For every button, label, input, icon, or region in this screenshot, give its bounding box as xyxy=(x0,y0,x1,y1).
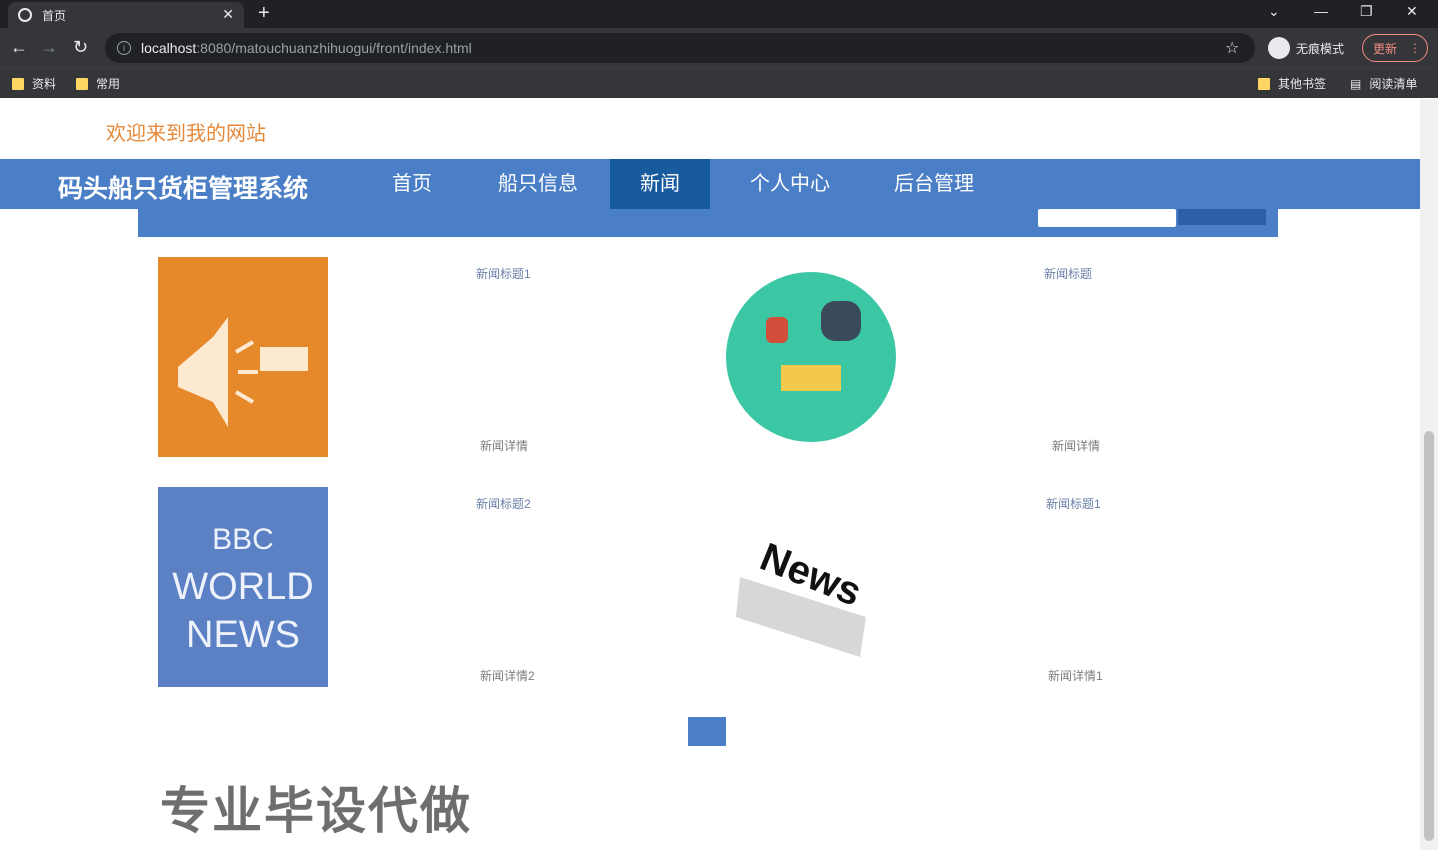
reading-list[interactable]: ▤ 阅读清单 xyxy=(1350,75,1417,92)
address-bar[interactable]: i localhost :8080/matouchuanzhihuogui/fr… xyxy=(105,33,1255,63)
new-tab-icon[interactable]: + xyxy=(258,2,270,25)
scrollbar-thumb[interactable] xyxy=(1424,431,1434,841)
back-icon[interactable]: ← xyxy=(10,37,28,58)
megaphone-image xyxy=(158,257,328,457)
incognito-indicator[interactable]: 无痕模式 xyxy=(1268,37,1344,59)
news-item[interactable]: BBC WORLD NEWS 新闻标题2 新闻详情2 xyxy=(158,487,728,697)
welcome-text: 欢迎来到我的网站 xyxy=(106,123,266,145)
web-page: 欢迎来到我的网站 码头船只货柜管理系统 首页 船只信息 新闻 个人中心 后台管理… xyxy=(0,99,1438,850)
world-news-image: BBC WORLD NEWS xyxy=(158,487,328,687)
search-bar xyxy=(138,209,1278,237)
other-bookmarks[interactable]: 其他书签 xyxy=(1258,75,1326,92)
news-title[interactable]: 新闻标题1 xyxy=(1046,495,1101,512)
news-title[interactable]: 新闻标题2 xyxy=(476,495,531,512)
news-item[interactable]: News 新闻标题1 新闻详情1 xyxy=(726,487,1296,697)
folder-icon xyxy=(1258,77,1270,90)
close-tab-icon[interactable]: ✕ xyxy=(222,6,234,23)
bookmark-label: 资料 xyxy=(32,77,57,91)
pagination-current-page[interactable] xyxy=(688,717,726,746)
news-detail: 新闻详情 xyxy=(480,439,529,453)
incognito-label: 无痕模式 xyxy=(1296,41,1345,56)
folder-icon xyxy=(12,77,24,90)
watermark-text: 专业毕设代做 xyxy=(160,783,472,839)
bookmark-folder-1[interactable]: 资料 xyxy=(12,75,56,92)
news-item[interactable]: 新闻标题 新闻详情 xyxy=(726,257,1296,467)
url-host: localhost xyxy=(141,40,197,56)
bookmark-star-icon[interactable]: ☆ xyxy=(1225,38,1255,58)
search-input[interactable] xyxy=(1038,209,1176,227)
news-title[interactable]: 新闻标题1 xyxy=(476,265,531,282)
update-button[interactable]: 更新 ⋮ xyxy=(1362,34,1428,62)
svg-text:NEWS: NEWS xyxy=(186,614,300,656)
nav-home[interactable]: 首页 xyxy=(362,159,462,209)
nav-admin[interactable]: 后台管理 xyxy=(864,159,1004,209)
browser-tab-bar: 首页 ✕ + ⌄ — ❐ ✕ xyxy=(0,0,1438,28)
globe-icon xyxy=(18,8,32,22)
news-item[interactable]: 新闻标题1 新闻详情 xyxy=(158,257,728,467)
search-button[interactable] xyxy=(1178,209,1266,225)
tab-title: 首页 xyxy=(42,8,67,23)
other-bookmarks-label: 其他书签 xyxy=(1278,77,1327,91)
forward-icon[interactable]: → xyxy=(40,37,58,58)
news-detail: 新闻详情1 xyxy=(1048,669,1103,683)
bookmark-folder-2[interactable]: 常用 xyxy=(76,75,120,92)
news-detail: 新闻详情2 xyxy=(480,669,535,683)
reading-list-icon: ▤ xyxy=(1350,76,1362,91)
main-nav: 码头船只货柜管理系统 首页 船只信息 新闻 个人中心 后台管理 xyxy=(0,159,1420,209)
browser-toolbar: ← → ↻ i localhost :8080/matouchuanzhihuo… xyxy=(0,28,1438,68)
svg-text:WORLD: WORLD xyxy=(172,566,313,608)
incognito-icon xyxy=(1268,37,1290,59)
browser-tab[interactable]: 首页 ✕ xyxy=(8,2,244,28)
reload-icon[interactable]: ↻ xyxy=(73,37,88,58)
info-icon[interactable]: i xyxy=(117,41,131,55)
news-title[interactable]: 新闻标题 xyxy=(1044,265,1092,282)
news-paper-image: News xyxy=(726,487,896,687)
update-label: 更新 xyxy=(1373,41,1398,56)
bookmark-label: 常用 xyxy=(96,77,121,91)
bookmarks-bar: 资料 常用 其他书签 ▤ 阅读清单 xyxy=(0,68,1438,98)
site-brand: 码头船只货柜管理系统 xyxy=(58,175,309,203)
news-circle-image xyxy=(726,257,896,457)
news-detail: 新闻详情 xyxy=(1052,439,1101,453)
url-path: :8080/matouchuanzhihuogui/front/index.ht… xyxy=(196,40,472,56)
reading-list-label: 阅读清单 xyxy=(1369,77,1418,91)
window-close-icon[interactable]: ✕ xyxy=(1406,3,1418,20)
restore-icon[interactable]: ❐ xyxy=(1360,3,1373,20)
nav-personal[interactable]: 个人中心 xyxy=(720,159,860,209)
folder-icon xyxy=(76,77,88,90)
minimize-icon[interactable]: — xyxy=(1314,3,1328,19)
nav-news[interactable]: 新闻 xyxy=(610,159,710,209)
menu-dots-icon: ⋮ xyxy=(1409,41,1422,55)
page-scrollbar[interactable] xyxy=(1420,99,1438,850)
tab-search-icon[interactable]: ⌄ xyxy=(1268,3,1280,20)
svg-text:BBC: BBC xyxy=(212,523,274,556)
nav-ships[interactable]: 船只信息 xyxy=(468,159,608,209)
